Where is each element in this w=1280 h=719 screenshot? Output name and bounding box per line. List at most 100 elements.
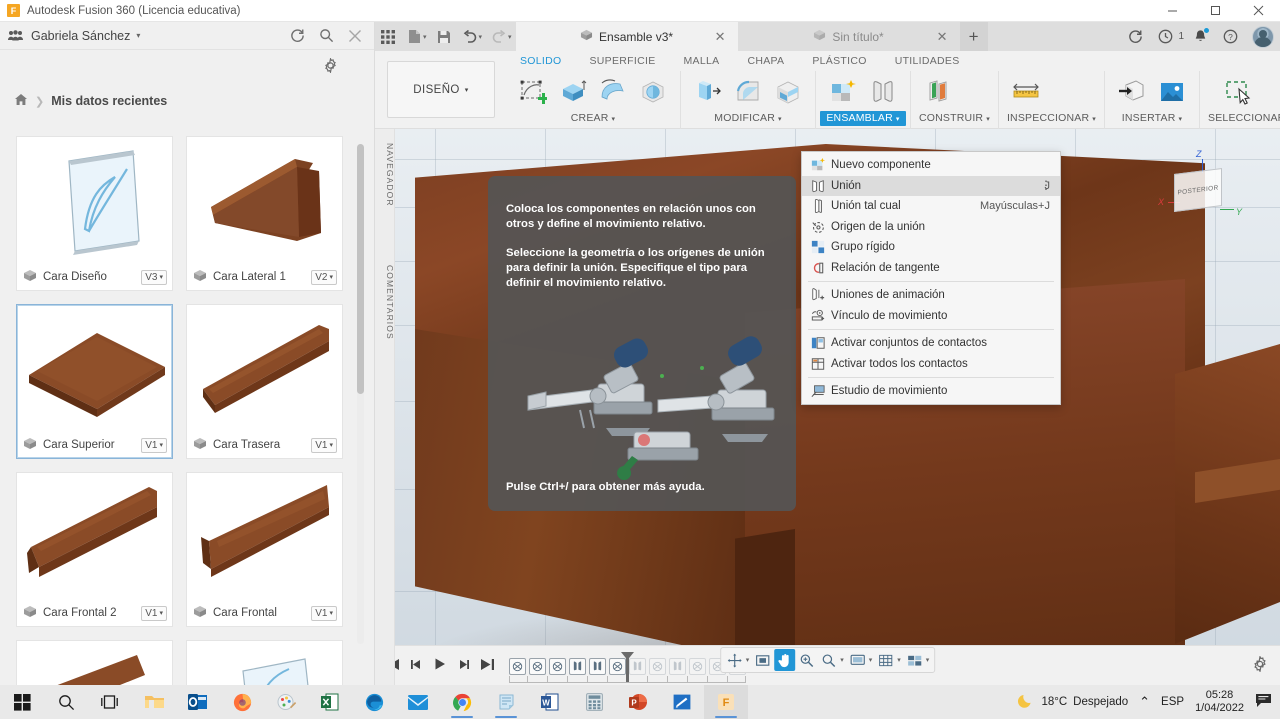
language-indicator[interactable]: ESP xyxy=(1161,696,1184,708)
file-menu-chevron-icon[interactable]: ▾ xyxy=(423,22,431,51)
minimize-button[interactable] xyxy=(1151,0,1194,22)
zoom-chevron-icon[interactable]: ▾ xyxy=(840,656,846,664)
save-icon[interactable] xyxy=(431,22,457,51)
insert-derive-icon[interactable] xyxy=(1113,73,1151,111)
version-badge[interactable]: V1 ▾ xyxy=(141,606,167,621)
home-icon[interactable] xyxy=(14,93,28,109)
calculator-icon[interactable] xyxy=(572,685,616,719)
clock[interactable]: 05:28 1/04/2022 xyxy=(1195,689,1244,715)
menu-item-union-tal-cual[interactable]: Unión tal cual Mayúsculas+J xyxy=(802,196,1060,217)
grid-snap-icon[interactable] xyxy=(875,649,896,671)
orbit-chevron-icon[interactable]: ▾ xyxy=(746,656,752,664)
search-icon[interactable] xyxy=(319,28,334,43)
close-data-panel-icon[interactable] xyxy=(348,29,362,43)
data-card-cara-superior[interactable]: Cara Superior V1 ▾ xyxy=(16,304,173,459)
data-panel-scrollbar[interactable] xyxy=(357,144,364,644)
joint-icon[interactable] xyxy=(864,73,902,111)
display-icon[interactable] xyxy=(847,649,868,671)
fusion360-icon[interactable]: F xyxy=(704,685,748,719)
new-component-icon[interactable] xyxy=(824,73,862,111)
data-card-cara-frontal[interactable]: Cara Frontal V1 ▾ xyxy=(186,472,343,627)
timeline-node-sketch[interactable] xyxy=(649,658,666,675)
menu-item-vinculo-de-movimiento[interactable]: Vínculo de movimiento xyxy=(802,306,1060,327)
version-badge[interactable]: V2 ▾ xyxy=(311,270,337,285)
timeline-node-sketch[interactable] xyxy=(549,658,566,675)
select-window-icon[interactable] xyxy=(1220,73,1258,111)
breadcrumb-current[interactable]: Mis datos recientes xyxy=(51,94,167,108)
document-tab-ensamble[interactable]: Ensamble v3* ✕ xyxy=(516,22,738,51)
menu-item-activar-conjuntos-de-contactos[interactable]: Activar conjuntos de contactos xyxy=(802,333,1060,354)
menu-item-activar-todos-los-contactos[interactable]: Activar todos los contactos xyxy=(802,354,1060,375)
play-icon[interactable] xyxy=(433,657,447,674)
orbit-icon[interactable] xyxy=(724,649,745,671)
extrude-icon[interactable] xyxy=(554,73,592,111)
ribbon-tab-utilidades[interactable]: UTILIDADES xyxy=(881,53,974,70)
data-card-cara-frontal-2[interactable]: Cara Frontal 2 V1 ▾ xyxy=(16,472,173,627)
firefox-icon[interactable] xyxy=(220,685,264,719)
avatar[interactable] xyxy=(1252,26,1274,48)
redo-chevron-icon[interactable]: ▾ xyxy=(508,22,516,51)
menu-item-uniones-de-animacion[interactable]: Uniones de animación xyxy=(802,285,1060,306)
start-button[interactable] xyxy=(0,685,44,719)
insert-image-icon[interactable] xyxy=(1153,73,1191,111)
sketch-create-icon[interactable] xyxy=(514,73,552,111)
help-icon[interactable]: ? xyxy=(1216,22,1244,51)
viewports-chevron-icon[interactable]: ▾ xyxy=(926,656,932,664)
notifications-icon[interactable] xyxy=(1255,693,1272,711)
3d-viewport[interactable]: NAVEGADOR COMENTARIOS Z X Y POSTERIOR Co… xyxy=(375,129,1280,685)
snip-tool-icon[interactable] xyxy=(660,685,704,719)
version-badge[interactable]: V1 ▾ xyxy=(311,606,337,621)
view-cube[interactable]: Z X Y POSTERIOR xyxy=(1158,147,1242,225)
zoom-icon[interactable] xyxy=(818,649,839,671)
data-card-cara-trasera[interactable]: Cara Trasera V1 ▾ xyxy=(186,304,343,459)
chevron-down-icon[interactable]: ▾ xyxy=(778,116,782,123)
word-icon[interactable]: W xyxy=(528,685,572,719)
step-back-icon[interactable] xyxy=(409,658,424,674)
timeline-node-sketch[interactable] xyxy=(609,658,626,675)
view-cube-face[interactable]: POSTERIOR xyxy=(1174,168,1222,212)
measure-icon[interactable] xyxy=(1007,73,1045,111)
chevron-down-icon[interactable]: ▾ xyxy=(612,116,616,123)
refresh-icon[interactable] xyxy=(1121,22,1149,51)
new-document-button[interactable]: + xyxy=(960,22,988,51)
look-at-icon[interactable] xyxy=(752,649,773,671)
display-chevron-icon[interactable]: ▾ xyxy=(869,656,875,664)
timeline-node-sketch[interactable] xyxy=(689,658,706,675)
data-card-partial-1[interactable] xyxy=(16,640,173,685)
version-badge[interactable]: V1 ▾ xyxy=(141,438,167,453)
chevron-down-icon[interactable]: ▾ xyxy=(1179,116,1183,123)
ribbon-tab-chapa[interactable]: CHAPA xyxy=(733,53,798,70)
menu-item-estudio-de-movimiento[interactable]: Estudio de movimiento xyxy=(802,381,1060,402)
powerpoint-icon[interactable]: P xyxy=(616,685,660,719)
document-tab-sin-titulo[interactable]: Sin título* ✕ xyxy=(738,22,960,51)
maximize-button[interactable] xyxy=(1194,0,1237,22)
ribbon-tab-superficie[interactable]: SUPERFICIE xyxy=(575,53,669,70)
job-status-icon[interactable] xyxy=(1151,22,1179,51)
bell-icon[interactable] xyxy=(1186,22,1214,51)
timeline-playhead[interactable] xyxy=(626,652,629,682)
menu-item-origen-de-la-union[interactable]: Origen de la unión xyxy=(802,217,1060,238)
ribbon-tab-solido[interactable]: SOLIDO xyxy=(506,53,575,70)
data-card-cara-lateral-1[interactable]: Cara Lateral 1 V2 ▾ xyxy=(186,136,343,291)
timeline-node-joint[interactable] xyxy=(589,658,606,675)
shell-icon[interactable] xyxy=(769,73,807,111)
search-icon[interactable] xyxy=(44,685,88,719)
revolve-icon[interactable] xyxy=(594,73,632,111)
chevron-down-icon[interactable]: ▾ xyxy=(986,116,990,123)
ribbon-tab-plastico[interactable]: PLÁSTICO xyxy=(798,53,880,70)
data-card-partial-2[interactable] xyxy=(186,640,343,685)
outlook-icon[interactable] xyxy=(176,685,220,719)
step-forward-icon[interactable] xyxy=(456,658,471,674)
viewports-icon[interactable] xyxy=(904,649,925,671)
side-tab-navegador[interactable]: NAVEGADOR xyxy=(375,137,395,213)
task-view-icon[interactable] xyxy=(88,685,132,719)
weather-widget[interactable]: 18°C Despejado xyxy=(1018,692,1128,712)
close-icon[interactable]: ✕ xyxy=(937,29,948,45)
menu-item-grupo-rigido[interactable]: Grupo rígido xyxy=(802,237,1060,258)
user-name[interactable]: Gabriela Sánchez xyxy=(31,29,130,43)
menu-item-nuevo-componente[interactable]: Nuevo componente xyxy=(802,155,1060,176)
refresh-icon[interactable] xyxy=(290,28,305,43)
offset-plane-icon[interactable] xyxy=(919,73,957,111)
tray-overflow-chevron-icon[interactable]: ⌃ xyxy=(1139,694,1150,710)
menu-item-overflow-icon[interactable]: ⋮ xyxy=(1040,182,1052,189)
